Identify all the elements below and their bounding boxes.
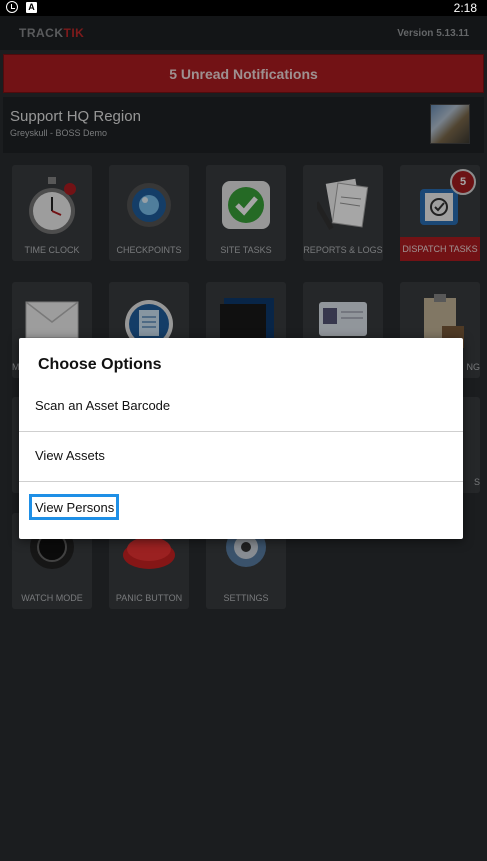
option-label: View Assets (35, 448, 105, 463)
dialog-title: Choose Options (38, 356, 162, 373)
status-bar: A 2:18 (0, 0, 487, 16)
status-time: 2:18 (453, 1, 477, 15)
a-badge-icon: A (26, 1, 37, 13)
status-icons: A (6, 1, 37, 13)
clock-icon (6, 1, 18, 13)
option-label: View Persons (35, 500, 115, 515)
option-scan-asset-barcode[interactable]: Scan an Asset Barcode (19, 382, 463, 432)
choose-options-dialog: Choose Options Scan an Asset Barcode Vie… (19, 338, 463, 539)
option-label: Scan an Asset Barcode (35, 398, 171, 413)
option-view-assets[interactable]: View Assets (19, 432, 463, 482)
option-view-persons[interactable]: View Persons (19, 482, 463, 532)
